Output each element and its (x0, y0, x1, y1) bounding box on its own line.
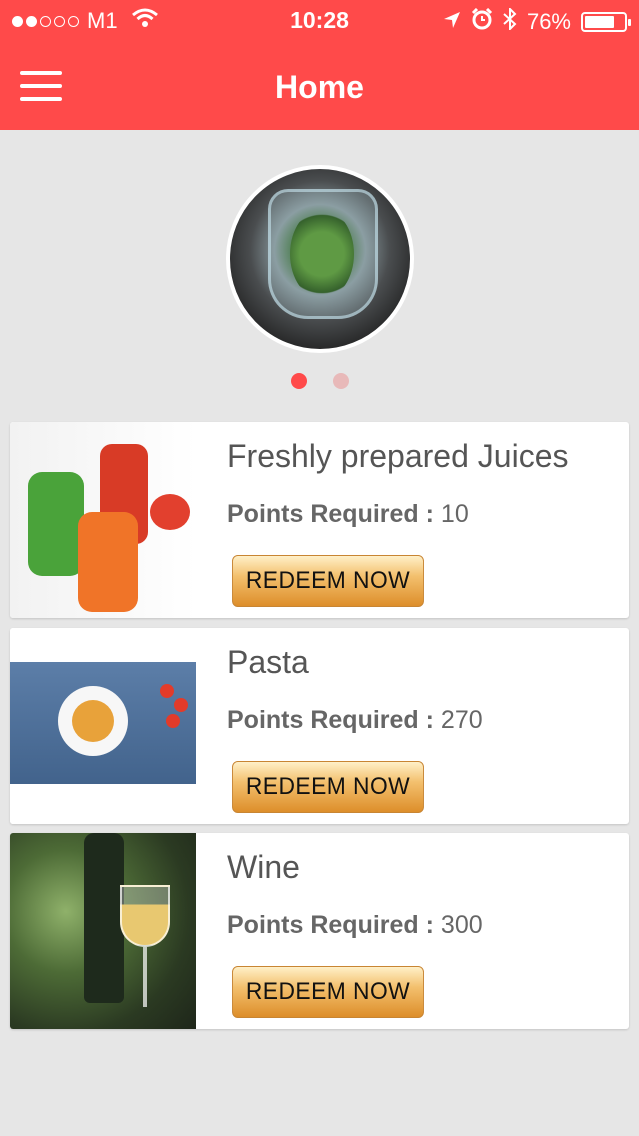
points-label: Points Required : (227, 706, 434, 734)
carousel-pagination (0, 373, 639, 389)
battery-percent: 76% (526, 9, 571, 34)
page-title: Home (275, 69, 364, 105)
reward-card-pasta[interactable]: Pasta Points Required : 270 REDEEM NOW (10, 628, 629, 824)
status-bar: M1 10:28 76% (0, 0, 639, 44)
points-value: 270 (440, 706, 483, 734)
points-value: 10 (440, 500, 469, 528)
redeem-now-button[interactable]: REDEEM NOW (232, 555, 424, 607)
page-dot-2[interactable] (332, 373, 349, 389)
alarm-clock-icon (471, 7, 493, 36)
points-required: Points Required : 10 (227, 500, 469, 529)
points-required: Points Required : 300 (227, 911, 483, 940)
redeem-now-button[interactable]: REDEEM NOW (232, 966, 424, 1018)
reward-title: Freshly prepared Juices (227, 438, 569, 474)
reward-title: Pasta (227, 644, 309, 680)
points-value: 300 (440, 911, 483, 939)
page-dot-1[interactable] (290, 373, 307, 389)
bluetooth-icon (503, 6, 517, 36)
nav-bar: Home (0, 44, 639, 130)
pasta-image (10, 628, 196, 824)
battery-icon (581, 12, 631, 32)
points-required: Points Required : 270 (227, 706, 483, 735)
reward-card-juices[interactable]: Freshly prepared Juices Points Required … (10, 422, 629, 618)
reward-title: Wine (227, 849, 300, 885)
points-label: Points Required : (227, 500, 434, 528)
juice-image (10, 422, 196, 618)
reward-card-wine[interactable]: Wine Points Required : 300 REDEEM NOW (10, 833, 629, 1029)
redeem-now-button[interactable]: REDEEM NOW (232, 761, 424, 813)
points-label: Points Required : (227, 911, 434, 939)
status-right: 76% (443, 6, 631, 36)
carousel-image[interactable] (226, 165, 414, 353)
location-arrow-icon (443, 9, 461, 35)
wine-image (10, 833, 196, 1029)
